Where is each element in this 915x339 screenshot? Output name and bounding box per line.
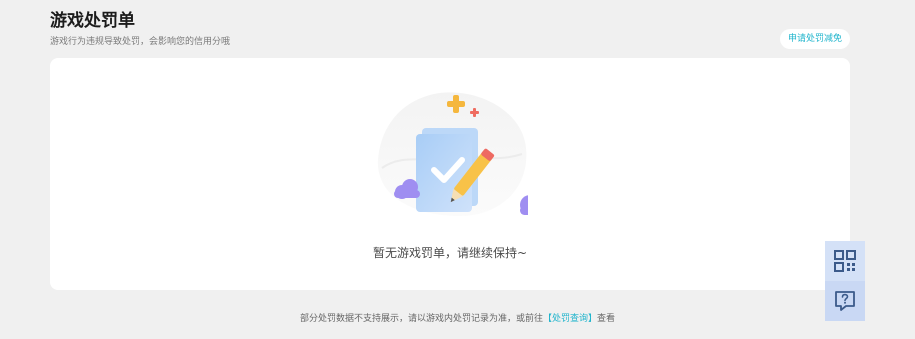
footer-note-suffix: 查看 [597, 314, 616, 324]
footer-note: 部分处罚数据不支持展示，请以游戏内处罚记录为准，或前往【处罚查询】查看 [0, 311, 915, 324]
floating-toolbar [825, 241, 865, 321]
page-subtitle: 游戏行为违规导致处罚，会影响您的信用分哦 [50, 37, 231, 47]
empty-state-illustration [377, 92, 528, 216]
penalty-list-panel: 暂无游戏罚单，请继续保持~ [50, 58, 850, 290]
penalty-query-link[interactable]: 【处罚查询】 [543, 314, 597, 324]
help-chat-icon [835, 291, 855, 311]
qrcode-icon [834, 250, 856, 272]
qrcode-button[interactable] [825, 241, 865, 281]
footer-note-prefix: 部分处罚数据不支持展示，请以游戏内处罚记录为准，或前往 [299, 314, 543, 324]
apply-penalty-reduction-button[interactable]: 申请处罚减免 [779, 29, 850, 49]
page-title: 游戏处罚单 [50, 11, 135, 31]
help-button[interactable] [825, 281, 865, 321]
page-header: 游戏处罚单 游戏行为违规导致处罚，会影响您的信用分哦 申请处罚减免 [50, 10, 850, 50]
empty-state-message: 暂无游戏罚单，请继续保持~ [372, 246, 528, 260]
